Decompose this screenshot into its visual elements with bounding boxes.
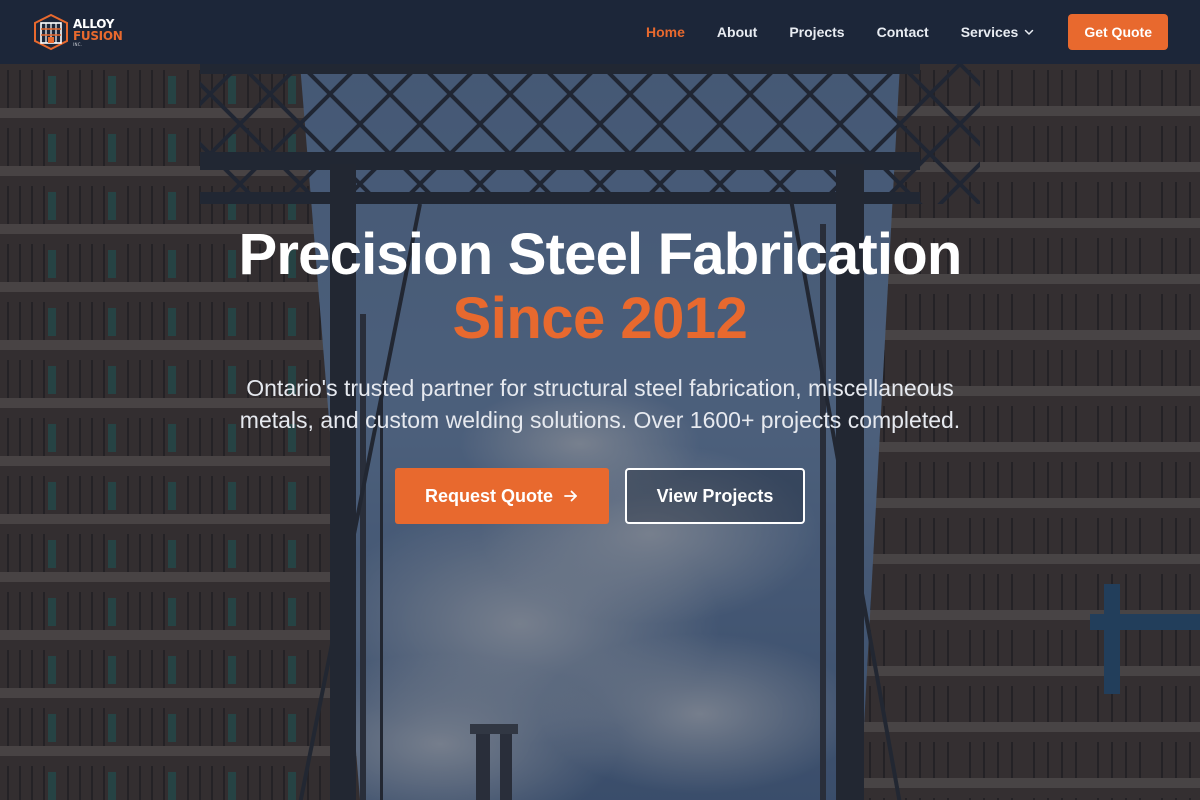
- hero-cta-row: Request Quote View Projects: [0, 468, 1200, 524]
- brand-line-2: FUSION: [73, 28, 123, 43]
- building-logo-icon: [34, 13, 68, 51]
- brand-line-3: INC.: [73, 41, 83, 47]
- view-projects-button[interactable]: View Projects: [625, 468, 805, 524]
- hero-description: Ontario's trusted partner for structural…: [239, 375, 961, 433]
- arrow-right-icon: [564, 490, 577, 502]
- brand-wordmark: ALLOY FUSION INC.: [73, 18, 123, 47]
- hero-title: Precision Steel Fabrication: [238, 222, 963, 287]
- nav-link-home[interactable]: Home: [646, 24, 685, 40]
- hero-subtitle: Since 2012: [452, 286, 748, 351]
- request-quote-label: Request Quote: [424, 485, 553, 506]
- request-quote-button[interactable]: Request Quote: [395, 468, 609, 524]
- chevron-down-icon: [1025, 29, 1034, 35]
- brand-line-1: ALLOY: [73, 16, 115, 31]
- main-nav: Home About Projects Contact Services: [646, 24, 1034, 40]
- hero-section: Precision Steel Fabrication Since 2012 O…: [0, 64, 1200, 800]
- get-quote-button[interactable]: Get Quote: [1068, 14, 1168, 50]
- navbar: ALLOY FUSION INC. Home About Projects Co…: [0, 0, 1200, 64]
- nav-link-contact[interactable]: Contact: [877, 24, 929, 40]
- nav-link-about[interactable]: About: [717, 24, 757, 40]
- brand-logo[interactable]: ALLOY FUSION INC.: [32, 12, 123, 52]
- nav-link-services[interactable]: Services: [961, 24, 1035, 40]
- nav-link-services-label: Services: [960, 24, 1019, 40]
- nav-link-projects[interactable]: Projects: [789, 24, 844, 40]
